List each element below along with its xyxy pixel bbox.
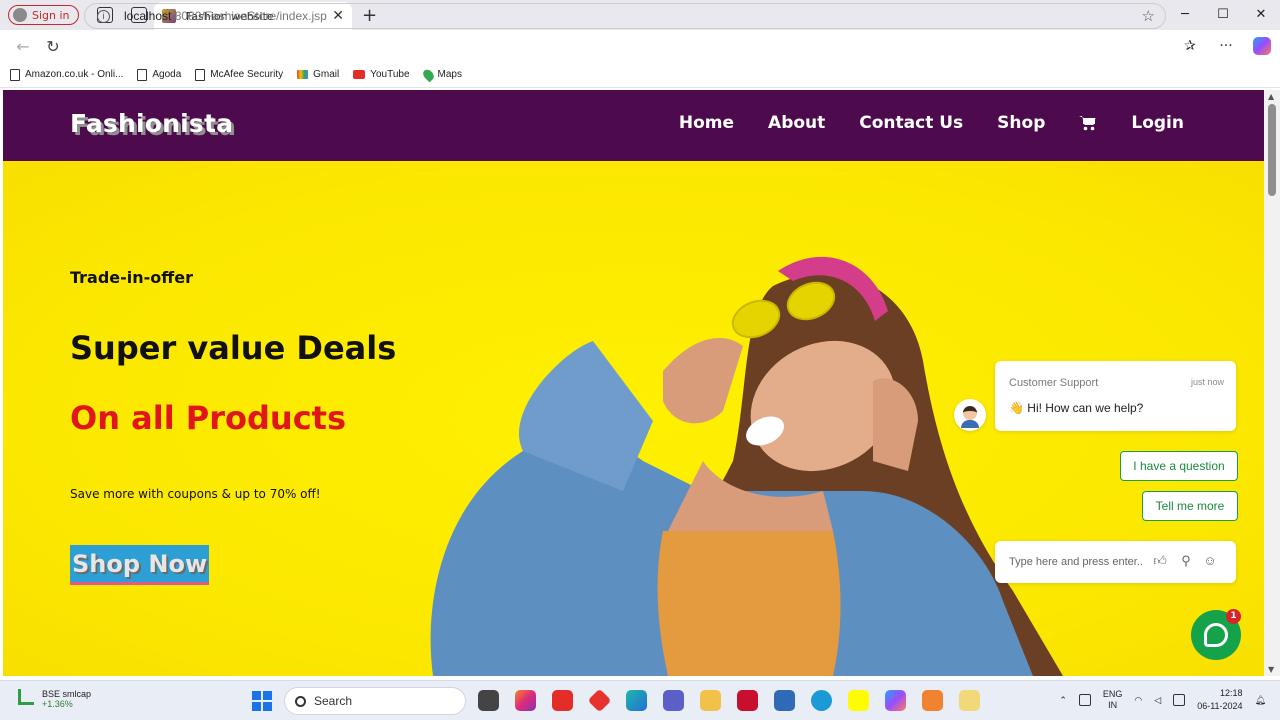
browser-toolbar-icons: ✰ ··· [1172,30,1280,62]
notifications-icon[interactable]: 🔔︎ [1255,695,1266,706]
site-navbar: Fashionista Home About Contact Us Shop L… [3,90,1264,161]
hero-kicker: Trade-in-offer [70,268,193,287]
site-menu: Home About Contact Us Shop Login [679,113,1184,133]
bookmark-label: YouTube [370,69,410,80]
language-indicator[interactable]: ENG IN [1103,689,1123,711]
bookmark-maps[interactable]: Maps [420,67,462,82]
scroll-up-icon[interactable]: ▲ [1268,92,1274,101]
region-code: IN [1108,700,1118,710]
page-icon [137,68,148,81]
scroll-down-icon[interactable]: ▼ [1268,665,1274,674]
start-icon[interactable] [252,691,272,711]
close-window-icon[interactable]: ✕ [1242,0,1280,30]
sign-in-label: Sign in [32,8,70,22]
maps-pin-icon [420,67,436,82]
nav-shop-link[interactable]: Shop [997,113,1045,133]
site-logo[interactable]: Fashionista [70,109,233,138]
clock-date: 06-11-2024 [1197,701,1243,711]
refresh-icon[interactable]: ↻ [38,37,68,56]
page-icon [195,68,206,81]
hero-headline-accent: On all Products [70,399,347,437]
chevron-up-icon[interactable]: ⌃ [1059,695,1067,706]
bookmark-label: Agoda [152,69,182,80]
nav-login-link[interactable]: Login [1131,113,1184,133]
bookmark-gmail[interactable]: Gmail [297,69,339,80]
hero-subtext: Save more with coupons & up to 70% off! [70,487,321,501]
snapchat-icon[interactable] [848,690,869,711]
favorites-icon[interactable]: ✰ [1172,38,1208,54]
bookmark-label: Gmail [313,69,340,80]
bookmark-label: Amazon.co.uk - Onli... [25,69,124,80]
site-info-icon[interactable]: i [97,9,110,23]
minimize-icon[interactable]: ─ [1166,0,1204,30]
ticker-change: +1.36% [42,699,73,709]
teams-icon[interactable] [663,690,684,711]
page-viewport: Fashionista Home About Contact Us Shop L… [3,90,1264,676]
app-circle-icon[interactable] [811,690,832,711]
clock[interactable]: 12:18 06-11-2024 [1197,687,1242,713]
onedrive-icon[interactable] [1078,694,1091,706]
media-app-icon[interactable] [552,690,573,711]
back-icon[interactable]: ← [8,37,38,56]
cart-icon[interactable] [1079,115,1097,131]
xampp-icon[interactable] [922,690,943,711]
bookmark-label: McAfee Security [210,69,284,80]
page-icon [10,68,20,81]
url-field[interactable]: i localhost:8080/FashionStore/index.jsp … [84,3,1166,29]
clock-time: 12:18 [1220,688,1243,698]
nav-home-link[interactable]: Home [679,113,734,133]
pinned-apps [478,688,980,713]
system-tray: ⌃ ENG IN ◠ ◁ 12:18 06-11-2024 🔔︎ [1059,687,1266,713]
lang-code: ENG [1102,689,1123,699]
more-menu-icon[interactable]: ··· [1208,38,1244,54]
stock-widget[interactable]: BSE smlcap +1.36% [18,689,91,709]
store-icon[interactable] [774,690,795,711]
copilot-icon[interactable] [1253,37,1271,55]
taskbar-search-label: Search [314,694,353,708]
window-controls: ─ ☐ ✕ [1166,0,1280,30]
os-taskbar: BSE smlcap +1.36% Search ⌃ ENG IN ◠ ◁ 12… [0,680,1280,720]
app-hex-icon[interactable] [959,690,980,711]
bookmark-star-icon[interactable]: ☆ [1142,7,1155,25]
mcafee-icon[interactable] [737,690,758,711]
volume-icon[interactable]: ◁ [1154,695,1161,706]
bookmarks-bar: Amazon.co.uk - Onli... Agoda McAfee Secu… [0,62,1280,88]
profile-icon [13,8,27,22]
page-scrollbar[interactable]: ▲ ▼ [1264,90,1280,676]
bookmark-youtube[interactable]: YouTube [353,69,410,80]
hero-banner: Trade-in-offer Super value Deals On all … [3,161,1264,676]
instagram-icon[interactable] [515,690,536,711]
youtube-icon [353,70,366,79]
bookmark-label: Maps [437,69,462,80]
url-path: :8080/FashionStore/index.jsp [171,9,327,23]
bookmark-agoda[interactable]: Agoda [137,68,182,81]
maximize-icon[interactable]: ☐ [1204,0,1242,30]
battery-icon[interactable] [1173,694,1186,706]
wifi-icon[interactable]: ◠ [1134,695,1142,706]
sign-in-button[interactable]: Sign in [8,5,79,25]
gmail-icon [297,70,309,79]
taskbar-search[interactable]: Search [284,687,466,715]
nav-contact-link[interactable]: Contact Us [859,113,963,133]
stock-chart-icon [18,689,34,705]
nav-about-link[interactable]: About [768,113,825,133]
search-icon [295,695,306,707]
ticker-name: BSE smlcap [42,689,92,699]
bookmark-amazon[interactable]: Amazon.co.uk - Onli... [10,68,124,81]
url-host: localhost [124,9,172,23]
file-explorer-icon[interactable] [700,690,721,711]
hero-headline: Super value Deals [70,329,397,367]
address-bar-row: ← ↻ [0,30,1280,62]
scroll-thumb[interactable] [1268,104,1276,196]
app-diamond-icon[interactable] [587,688,612,713]
copilot-app-icon[interactable] [885,690,906,711]
shop-now-button[interactable]: Shop Now [70,545,210,585]
task-view-icon[interactable] [478,690,499,711]
edge-icon[interactable] [626,690,647,711]
bookmark-mcafee[interactable]: McAfee Security [195,68,284,81]
